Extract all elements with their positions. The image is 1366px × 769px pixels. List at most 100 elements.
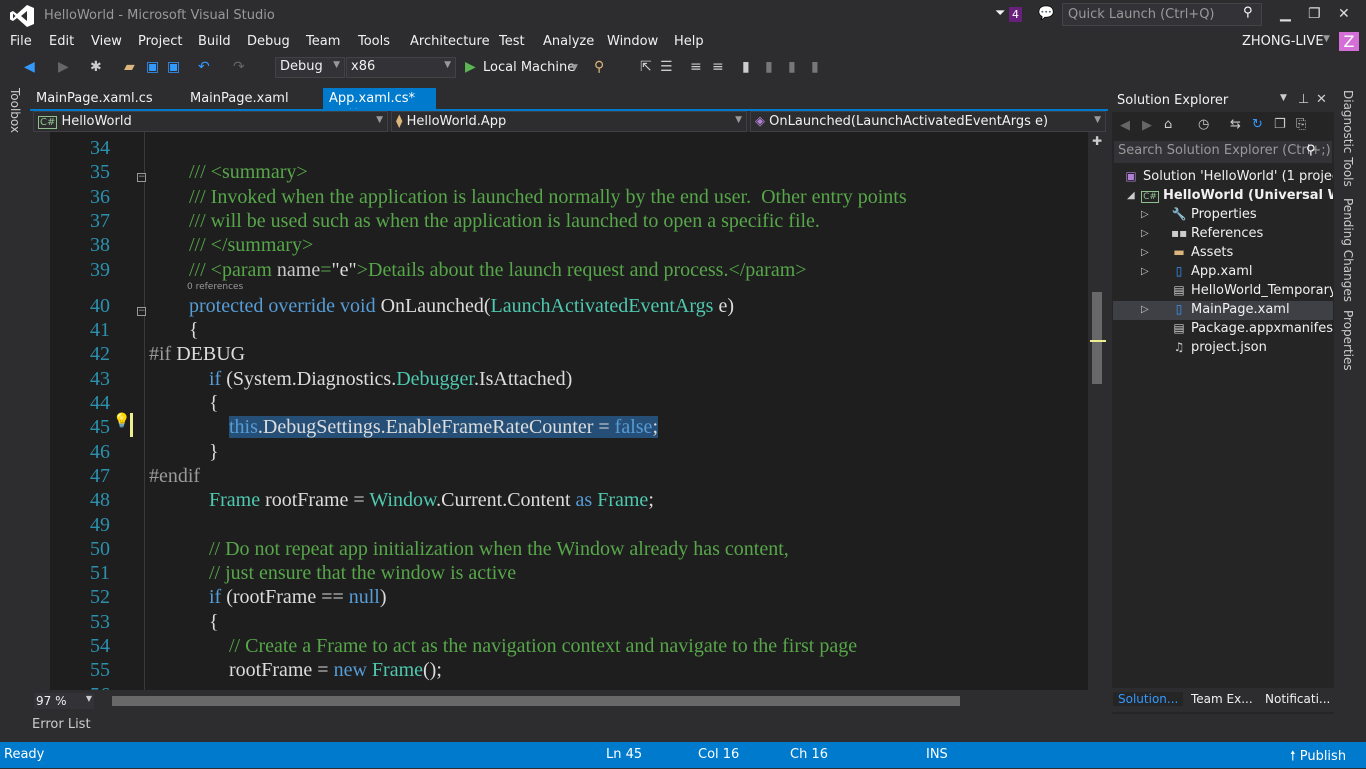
code-line[interactable]: Frame rootFrame = Window.Current.Content… (149, 489, 654, 512)
tree-item[interactable]: ▷ 🔧 Properties (1113, 206, 1333, 225)
tree-item[interactable]: ▤ Package.appxmanifest (1113, 320, 1333, 339)
collapse-icon[interactable]: − (137, 306, 146, 316)
tree-item[interactable]: ▷ ▪▪ References (1113, 225, 1333, 244)
quick-launch-input[interactable]: Quick Launch (Ctrl+Q) (1062, 3, 1262, 26)
platform-dropdown[interactable]: x86 ▼ (346, 57, 456, 78)
new-project-icon[interactable]: ✱ (90, 59, 102, 75)
tree-item[interactable]: ▤ HelloWorld_TemporaryKey.pfx (1113, 282, 1333, 301)
code-line[interactable]: #if DEBUG (149, 343, 245, 366)
side-tab-properties[interactable]: Properties (1341, 310, 1355, 371)
redo-icon[interactable]: ↷ (233, 59, 245, 75)
tree-item[interactable]: ▷ ▬ Assets (1113, 244, 1333, 263)
feedback-icon[interactable]: 💬 (1038, 6, 1054, 21)
member-nav-dropdown[interactable]: ◈ OnLaunched(LaunchActivatedEventArgs e)… (750, 111, 1106, 132)
save-icon[interactable]: ▣ (146, 59, 159, 75)
expand-arrow-icon[interactable]: ▷ (1141, 228, 1149, 239)
find-in-files-icon[interactable]: ⚲ (594, 59, 604, 75)
bookmark-icon[interactable]: ▮ (742, 59, 750, 75)
tree-item[interactable]: ♫ project.json (1113, 339, 1333, 358)
class-nav-dropdown[interactable]: ⧫ HelloWorld.App ▼ (391, 111, 747, 132)
tab-team-explorer[interactable]: Team Ex... (1191, 692, 1253, 706)
avatar[interactable]: Z (1339, 32, 1359, 51)
split-icon[interactable]: ✚ (1092, 134, 1102, 148)
chevron-down-icon[interactable]: ▼ (571, 63, 578, 73)
code-line[interactable]: { (149, 392, 219, 415)
minimize-button[interactable]: ▁ (1280, 6, 1291, 22)
chevron-down-icon[interactable]: ▼ (1323, 34, 1330, 44)
user-name[interactable]: ZHONG-LIVE (1242, 34, 1324, 49)
menu-project[interactable]: Project (138, 34, 182, 49)
code-line[interactable]: /// Invoked when the application is laun… (149, 186, 907, 209)
expand-arrow-icon[interactable]: ▷ (1141, 247, 1149, 258)
restore-button[interactable]: ❐ (1308, 6, 1321, 22)
tree-item[interactable]: ▷ ▯ App.xaml (1113, 263, 1333, 282)
back-icon[interactable]: ◀ (24, 59, 35, 75)
error-list-tab[interactable]: Error List (32, 717, 91, 732)
close-icon[interactable]: ✕ (1316, 92, 1327, 107)
pending-changes-filter-icon[interactable]: ◷ (1198, 117, 1209, 132)
tab-notifications[interactable]: Notificati... (1265, 692, 1330, 706)
code-line[interactable]: /// <param name="e">Details about the la… (149, 259, 807, 282)
menu-team[interactable]: Team (306, 34, 340, 49)
refresh-icon[interactable]: ↻ (1252, 117, 1263, 132)
previous-bookmark-icon[interactable]: ▮ (765, 59, 773, 75)
comment-icon[interactable]: ≡ (690, 59, 702, 75)
zoom-dropdown[interactable]: 97 % ▼ (34, 693, 94, 709)
home-icon[interactable]: ⌂ (1164, 117, 1172, 132)
collapse-arrow-icon[interactable]: ◢ (1127, 190, 1135, 201)
code-line[interactable]: // Create a Frame to act as the navigati… (149, 635, 857, 658)
clear-bookmarks-icon[interactable]: ▮ (811, 59, 819, 75)
menu-file[interactable]: File (10, 34, 32, 49)
forward-icon[interactable]: ▶ (1142, 118, 1152, 133)
tab-app-xaml-cs[interactable]: App.xaml.cs* ⊣ ✕ (323, 88, 436, 121)
sync-icon[interactable]: ⇆ (1230, 117, 1241, 132)
next-bookmark-icon[interactable]: ▮ (788, 59, 796, 75)
publish-button[interactable]: 🠕 Publish (1290, 747, 1346, 769)
codelens-references[interactable]: 0 references (187, 282, 243, 292)
code-line[interactable]: /// will be used such as when the applic… (149, 210, 820, 233)
vertical-scrollbar[interactable] (1088, 132, 1108, 690)
menu-window[interactable]: Window (607, 34, 658, 49)
code-line[interactable]: rootFrame = new Frame(); (149, 659, 442, 682)
open-file-icon[interactable]: ▰ (124, 59, 135, 75)
menu-help[interactable]: Help (674, 34, 704, 49)
tab-solution-explorer[interactable]: Solution... (1113, 692, 1184, 706)
code-line[interactable]: if (rootFrame == null) (149, 586, 387, 609)
solution-explorer-search-input[interactable]: Search Solution Explorer (Ctrl+;) (1114, 141, 1332, 163)
step-icon[interactable]: ⇱ (640, 59, 652, 75)
menu-view[interactable]: View (91, 34, 122, 49)
menu-analyze[interactable]: Analyze (543, 34, 594, 49)
format-icon[interactable]: ☰ (660, 59, 673, 75)
vertical-scroll-thumb[interactable] (1092, 292, 1102, 384)
tab-mainpage-xaml[interactable]: MainPage.xaml (184, 88, 295, 109)
collapse-icon[interactable]: − (137, 173, 146, 183)
start-debugging-icon[interactable]: ▶ (465, 59, 476, 75)
uncomment-icon[interactable]: ≡ (712, 59, 724, 75)
save-all-icon[interactable]: ▣ (167, 59, 180, 75)
expand-arrow-icon[interactable]: ▷ (1141, 304, 1149, 315)
expand-arrow-icon[interactable]: ▷ (1141, 266, 1149, 277)
search-icon[interactable]: ⚲ (1306, 143, 1316, 158)
project-nav-dropdown[interactable]: C# HelloWorld ▼ (33, 111, 388, 132)
expand-arrow-icon[interactable]: ▷ (1141, 209, 1149, 220)
tree-item[interactable]: ▣ Solution 'HelloWorld' (1 project) (1113, 168, 1333, 187)
code-line[interactable]: } (149, 441, 219, 464)
pin-icon[interactable]: ⊥ (1298, 92, 1309, 107)
notifications-flag-icon[interactable]: ⏷ (995, 6, 1005, 21)
search-icon[interactable]: ⚲ (1243, 5, 1253, 20)
menu-architecture[interactable]: Architecture (410, 34, 490, 49)
run-target-button[interactable]: Local Machine (483, 60, 575, 75)
close-button[interactable]: ✕ (1338, 6, 1350, 22)
side-tab-diagnostic-tools[interactable]: Diagnostic Tools (1341, 90, 1355, 187)
menu-test[interactable]: Test (499, 34, 525, 49)
code-line[interactable]: /// </summary> (149, 234, 313, 257)
menu-build[interactable]: Build (198, 34, 231, 49)
side-tab-pending-changes[interactable]: Pending Changes (1341, 198, 1355, 302)
code-line[interactable]: /// <summary> (149, 161, 308, 184)
code-line[interactable]: #endif (149, 465, 200, 488)
lightbulb-icon[interactable]: 💡 (113, 413, 130, 429)
forward-icon[interactable]: ▶ (58, 59, 69, 75)
code-line[interactable]: protected override void OnLaunched(Launc… (149, 295, 734, 318)
menu-edit[interactable]: Edit (49, 34, 74, 49)
collapse-all-icon[interactable]: ❐ (1274, 117, 1286, 132)
